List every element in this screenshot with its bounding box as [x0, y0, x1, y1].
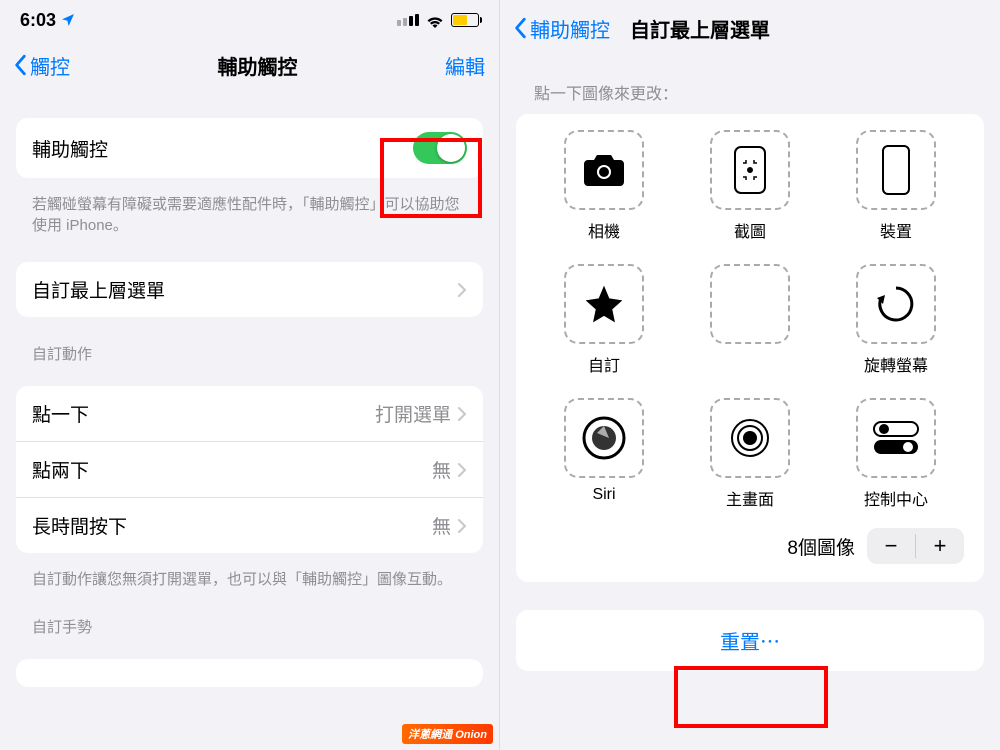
icon-label: 自訂	[588, 352, 620, 376]
icon-label: 相機	[588, 218, 620, 242]
row-label: 長時間按下	[32, 512, 127, 539]
nav-title: 輔助觸控	[218, 51, 298, 80]
siri-icon	[581, 415, 627, 461]
home-icon	[728, 416, 772, 460]
empty-slot-icon	[710, 264, 790, 344]
gestures-header: 自訂手勢	[0, 598, 499, 641]
icon-label: 裝置	[880, 218, 912, 242]
icon-cell-device[interactable]: 裝置	[838, 130, 954, 242]
icon-cell-home[interactable]: 主畫面	[692, 398, 808, 510]
screenshot-icon	[733, 145, 767, 195]
increment-button[interactable]: +	[916, 528, 964, 564]
camera-icon	[582, 152, 626, 188]
icon-label: 截圖	[734, 218, 766, 242]
reset-button[interactable]: 重置⋯	[516, 610, 984, 671]
nav-bar: 觸控 輔助觸控 編輯	[0, 40, 499, 90]
icon-panel: 相機 截圖 裝置 自訂	[516, 114, 984, 582]
row-label: 點兩下	[32, 456, 89, 483]
back-label: 觸控	[30, 51, 70, 80]
chevron-right-icon	[457, 518, 467, 534]
cellular-icon	[397, 14, 419, 26]
chevron-right-icon	[457, 462, 467, 478]
row-value: 打開選單	[375, 400, 451, 427]
icon-label: Siri	[592, 486, 615, 504]
back-button[interactable]: 輔助觸控	[514, 14, 610, 43]
customize-label: 自訂最上層選單	[32, 276, 165, 303]
watermark: 洋蔥網通 Onion	[402, 724, 493, 744]
chevron-left-icon	[514, 17, 528, 39]
icon-label: 控制中心	[864, 486, 928, 510]
device-icon	[881, 144, 911, 196]
chevron-right-icon	[457, 282, 467, 298]
nav-bar: 輔助觸控 自訂最上層選單	[500, 0, 1000, 50]
status-bar: 6:03	[0, 0, 499, 40]
location-icon	[60, 12, 76, 28]
nav-title: 自訂最上層選單	[630, 14, 770, 43]
row-value: 無	[432, 512, 451, 539]
edit-button[interactable]: 編輯	[445, 51, 485, 80]
back-label: 輔助觸控	[530, 14, 610, 43]
toggle-group: 輔助觸控	[16, 118, 483, 178]
customize-group: 自訂最上層選單	[16, 262, 483, 317]
instruction-text: 點一下圖像來更改：	[500, 50, 1000, 114]
icon-cell-siri[interactable]: Siri	[546, 398, 662, 510]
toggle-footer: 若觸碰螢幕有障礙或需要適應性配件時，「輔助觸控」可以協助您使用 iPhone。	[0, 186, 499, 244]
count-label: 8個圖像	[787, 533, 855, 560]
assistive-touch-toggle[interactable]	[413, 132, 467, 164]
double-tap-row[interactable]: 點兩下 無	[16, 441, 483, 497]
rotate-icon	[874, 282, 918, 326]
count-row: 8個圖像 − +	[526, 510, 974, 572]
back-button[interactable]: 觸控	[14, 51, 70, 80]
icon-cell-rotate[interactable]: 旋轉螢幕	[838, 264, 954, 376]
long-press-row[interactable]: 長時間按下 無	[16, 497, 483, 553]
icon-cell-custom[interactable]: 自訂	[546, 264, 662, 376]
battery-icon	[451, 13, 479, 27]
icon-label: 旋轉螢幕	[864, 352, 928, 376]
status-time: 6:03	[20, 10, 56, 31]
row-value: 無	[432, 456, 451, 483]
single-tap-row[interactable]: 點一下 打開選單	[16, 386, 483, 441]
assistive-touch-row: 輔助觸控	[16, 118, 483, 178]
control-center-icon	[872, 418, 920, 458]
toggle-label: 輔助觸控	[32, 135, 108, 162]
icon-cell-camera[interactable]: 相機	[546, 130, 662, 242]
customize-top-menu-row[interactable]: 自訂最上層選單	[16, 262, 483, 317]
icon-cell-screenshot[interactable]: 截圖	[692, 130, 808, 242]
icon-count-stepper: − +	[867, 528, 964, 564]
wifi-icon	[425, 13, 445, 28]
actions-header: 自訂動作	[0, 325, 499, 368]
decrement-button[interactable]: −	[867, 528, 915, 564]
chevron-left-icon	[14, 54, 28, 76]
icon-label: 主畫面	[726, 486, 774, 510]
actions-footer: 自訂動作讓您無須打開選單，也可以與「輔助觸控」圖像互動。	[0, 561, 499, 598]
row-label: 點一下	[32, 400, 89, 427]
chevron-right-icon	[457, 406, 467, 422]
reset-group: 重置⋯	[516, 610, 984, 671]
actions-group: 點一下 打開選單 點兩下 無 長時間按下 無	[16, 386, 483, 553]
star-icon	[582, 282, 626, 326]
icon-cell-control-center[interactable]: 控制中心	[838, 398, 954, 510]
icon-cell-empty[interactable]	[692, 264, 808, 376]
